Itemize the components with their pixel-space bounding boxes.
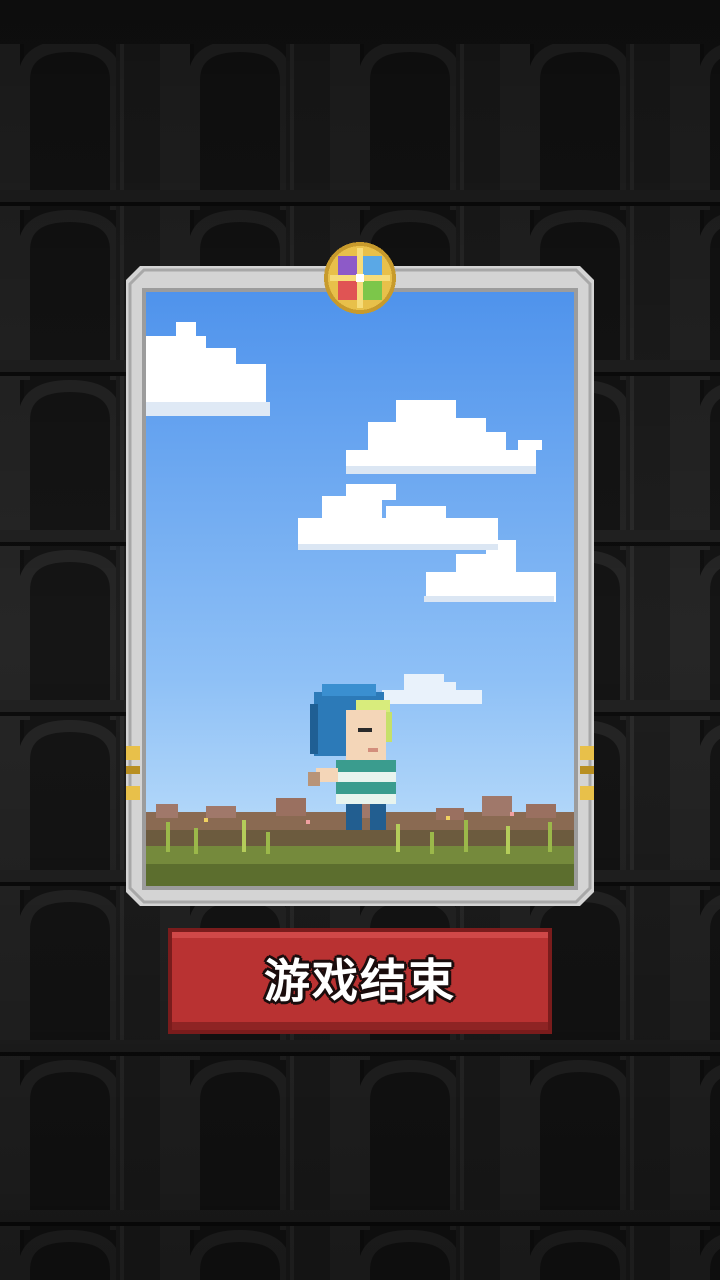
- game-over-screen: 游戏结束: [0, 0, 720, 1280]
- four-color-shield-emblem-icon: [324, 242, 396, 314]
- game-over-button[interactable]: 游戏结束: [168, 928, 552, 1034]
- game-over-label: 游戏结束: [264, 954, 456, 1008]
- card-artwork: [146, 292, 574, 886]
- character-card[interactable]: [126, 242, 594, 906]
